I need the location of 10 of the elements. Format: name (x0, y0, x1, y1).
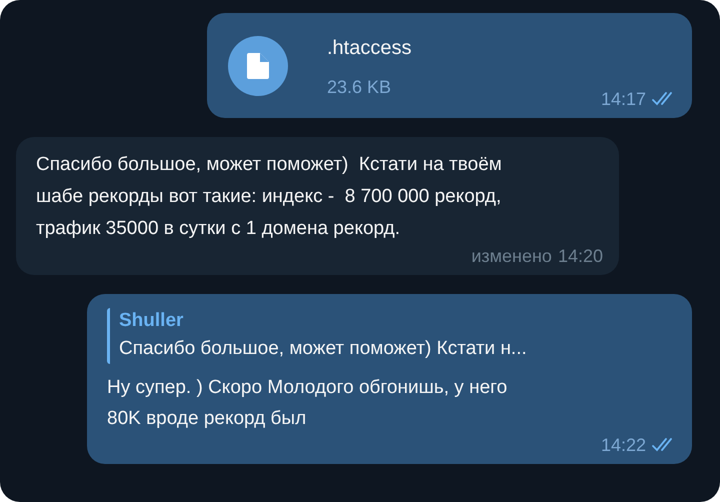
reply-text: Спасибо большое, может поможет) Кстати н... (119, 337, 528, 361)
message-time: 14:17 (600, 88, 646, 110)
file-size: 23.6 KB (327, 76, 392, 99)
edited-label: изменено (471, 245, 552, 267)
reply-author: Shuller (119, 309, 184, 333)
message-time: 14:20 (558, 245, 603, 267)
message-text: Ну супер. ) Скоро Молодого обгонишь, у него 80K вроде рекорд был (107, 376, 508, 431)
file-name: .htaccess (327, 36, 412, 61)
message-time: 14:22 (600, 434, 646, 456)
message-text: Спасибо большое, может поможет) Кстати на твоём шабе рекорды вот такие: индекс - 8 700 000 рекорд, трафик 35000 в сутки с 1 домена рекорд. (36, 153, 503, 241)
